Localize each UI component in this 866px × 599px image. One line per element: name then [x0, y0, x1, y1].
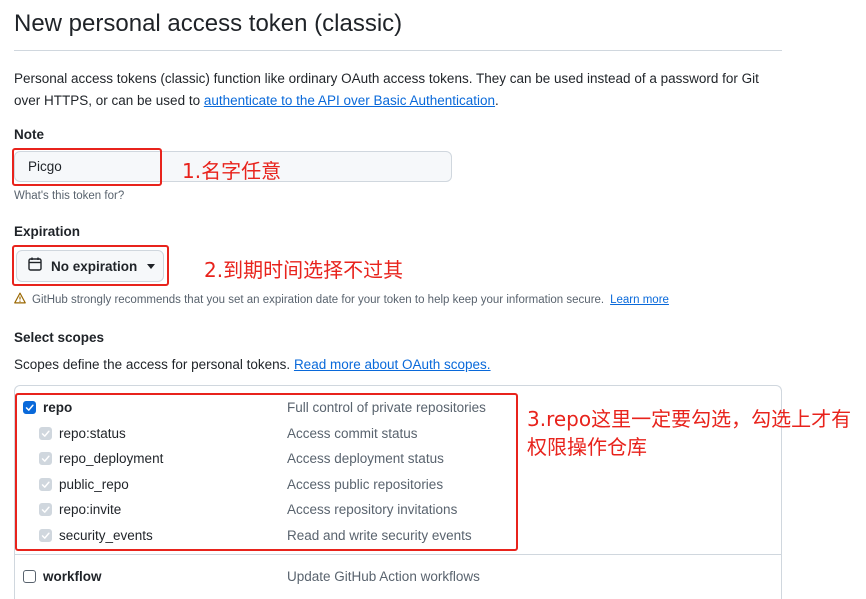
scope-name: public_repo	[59, 477, 129, 492]
title-divider	[14, 50, 782, 51]
scope-row-repo-invite: repo:invite Access repository invitations	[0, 497, 780, 522]
scopes-label: Select scopes	[14, 330, 105, 345]
scope-checkbox-public-repo	[39, 478, 52, 491]
note-label: Note	[14, 127, 44, 142]
scope-name: repo:invite	[59, 502, 122, 517]
expiration-label: Expiration	[14, 224, 81, 239]
scope-checkbox-workflow[interactable]	[23, 570, 36, 583]
warning-text: GitHub strongly recommends that you set …	[32, 293, 605, 306]
note-hint: What's this token for?	[14, 190, 125, 202]
scope-checkbox-security-events	[39, 529, 52, 542]
scope-checkbox-repo-status	[39, 427, 52, 440]
scope-description: Update GitHub Action workflows	[287, 569, 480, 584]
caret-down-icon	[147, 263, 156, 269]
scope-description: Full control of private repositories	[287, 400, 486, 415]
expiration-warning: GitHub strongly recommends that you set …	[14, 292, 669, 307]
scope-description: Access deployment status	[287, 451, 444, 466]
expiration-annotation: 2.到期时间选择不过其	[204, 258, 404, 282]
note-annotation: 1.名字任意	[182, 159, 282, 183]
scope-name: security_events	[59, 528, 153, 543]
scope-row-repo-deployment: repo_deployment Access deployment status	[0, 446, 780, 471]
scopes-row-divider	[15, 554, 781, 555]
scope-name: repo:status	[59, 426, 126, 441]
expiration-dropdown[interactable]: No expiration	[16, 250, 164, 282]
scope-checkbox-repo-deployment	[39, 452, 52, 465]
page-description: Personal access tokens (classic) functio…	[14, 68, 784, 112]
basic-auth-link[interactable]: authenticate to the API over Basic Authe…	[204, 93, 495, 108]
description-end: .	[495, 93, 499, 108]
scope-row-public-repo: public_repo Access public repositories	[0, 472, 780, 497]
calendar-icon	[27, 256, 43, 277]
scope-description: Read and write security events	[287, 528, 472, 543]
scope-row-workflow: workflow Update GitHub Action workflows	[0, 564, 780, 589]
scope-description: Access public repositories	[287, 477, 444, 492]
expiration-selected: No expiration	[51, 258, 138, 274]
repo-annotation-line1: 3.repo这里一定要勾选，勾选上才有	[527, 407, 852, 431]
oauth-scopes-link[interactable]: Read more about OAuth scopes.	[294, 357, 491, 372]
scopes-description-text: Scopes define the access for personal to…	[14, 357, 291, 372]
scope-row-security-events: security_events Read and write security e…	[0, 523, 780, 548]
scope-name: repo_deployment	[59, 451, 164, 466]
scope-checkbox-repo-invite	[39, 503, 52, 516]
scope-description: Access repository invitations	[287, 502, 458, 517]
scope-description: Access commit status	[287, 426, 418, 441]
page-title: New personal access token (classic)	[14, 10, 403, 37]
scope-checkbox-repo[interactable]	[23, 401, 36, 414]
scope-name: workflow	[43, 569, 102, 584]
scope-name: repo	[43, 400, 73, 415]
scopes-description: Scopes define the access for personal to…	[14, 357, 491, 372]
repo-annotation-line2: 权限操作仓库	[527, 435, 647, 459]
learn-more-link[interactable]: Learn more	[610, 294, 669, 306]
alert-icon	[14, 292, 26, 307]
